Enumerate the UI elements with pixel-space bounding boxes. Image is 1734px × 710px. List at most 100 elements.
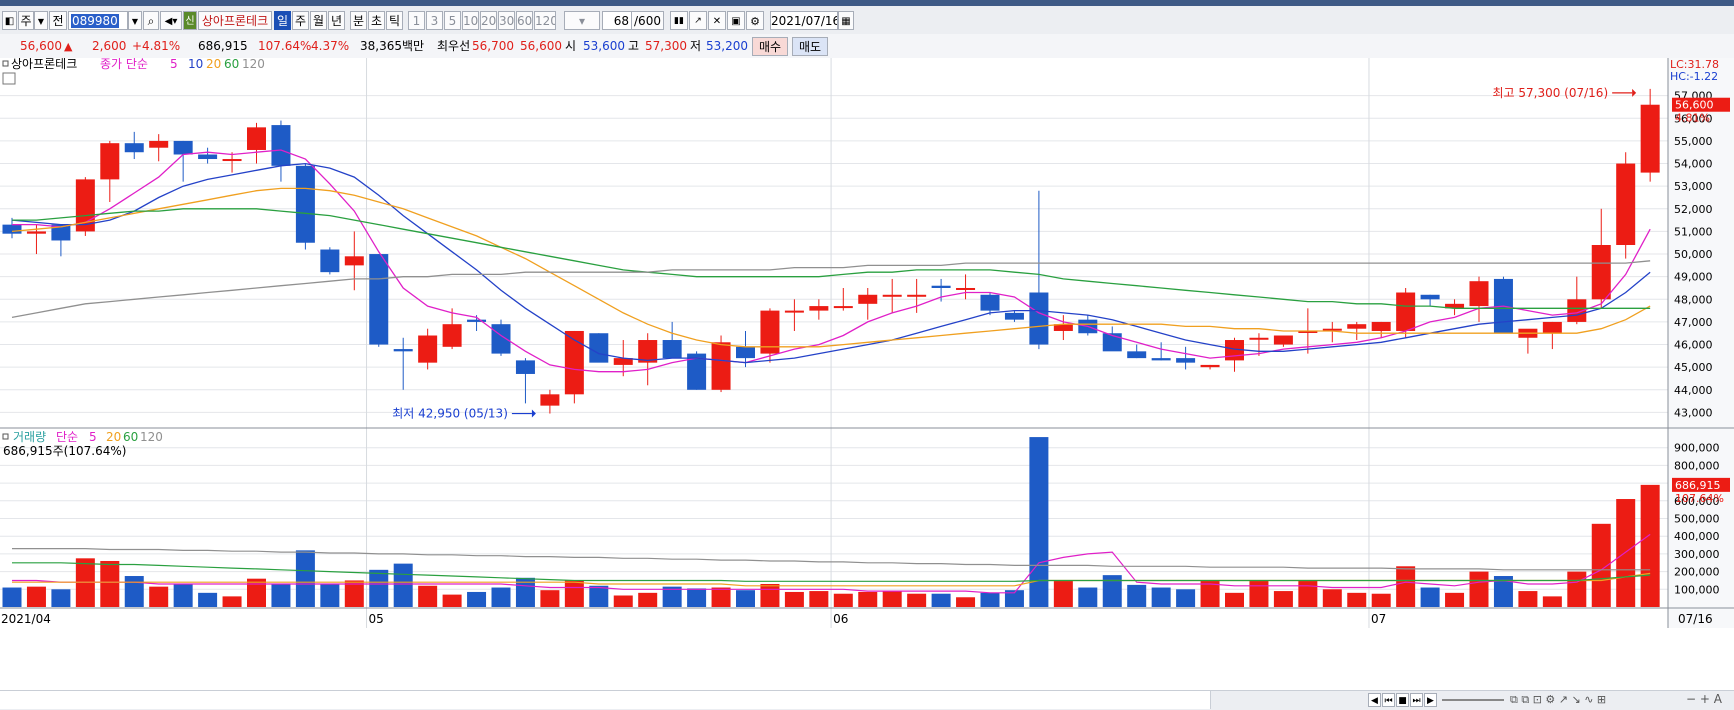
period-tab-4[interactable]: 분 [350, 11, 367, 30]
scroll-right-icon[interactable]: ▶ [1424, 693, 1437, 707]
volume-current-label: 686,915주(107.64%) [3, 444, 126, 458]
panel-layout-icon[interactable]: ◧ [2, 11, 17, 30]
volume-bar [124, 576, 144, 607]
candle-body [1616, 163, 1636, 245]
candle-body [858, 294, 878, 304]
volume-bar [687, 588, 707, 607]
count-select[interactable]: ▾ [564, 11, 600, 30]
best-bid: 56,600 [520, 39, 562, 53]
code-dropdown-icon[interactable]: ▼ [128, 11, 142, 30]
stock-code-input[interactable]: 089980 [68, 11, 128, 30]
scroll-track[interactable] [0, 691, 1211, 709]
candle-body [1591, 245, 1611, 300]
up-arrow-icon: ▲ [64, 40, 73, 53]
price-legend-period: 20 [206, 58, 221, 71]
stock-chart[interactable]: 43,000 44,000 45,000 46,000 47,000 48,000 49,0… [0, 58, 1734, 690]
x-axis-label: 05 [369, 612, 384, 626]
scroll-left-icon[interactable]: ◀ [1368, 693, 1381, 707]
volume-bar [149, 586, 169, 607]
candle-body [1640, 104, 1660, 173]
open-price: 53,600 [583, 39, 625, 53]
period-tab-0[interactable]: 일 [274, 11, 291, 30]
volume-bar [1249, 580, 1269, 607]
volume-tick-label: 100,000 [1674, 583, 1720, 596]
settings-gear-icon[interactable]: ⚙ [746, 11, 764, 30]
minute-option-5[interactable]: 30 [498, 11, 515, 30]
candle-body [1029, 292, 1049, 345]
zoom-slider[interactable] [1442, 699, 1504, 701]
stop-icon[interactable]: ■ [1396, 693, 1409, 707]
price-tag-pct: 4.81% [1675, 112, 1710, 125]
period-tab-1[interactable]: 주 [292, 11, 309, 30]
candle-body [589, 333, 609, 363]
price-change-pct: +4.81% [132, 39, 181, 53]
candle-body [784, 310, 804, 313]
volume-bar [418, 585, 438, 607]
search-icon[interactable]: ⌕ [143, 11, 159, 30]
candle-toggle-icon[interactable]: ▮▮ [670, 11, 688, 30]
candle-body [26, 231, 46, 234]
trend-line-icon[interactable]: ↗ [689, 11, 707, 30]
candle-body [711, 342, 731, 390]
scroll-first-icon[interactable]: ⏮ [1382, 693, 1395, 707]
sell-button[interactable]: 매도 [792, 37, 828, 56]
volume-bar [467, 591, 487, 607]
volume-bar [1542, 596, 1562, 607]
minute-option-1[interactable]: 3 [426, 11, 443, 30]
price-tick-label: 47,000 [1674, 316, 1713, 329]
price-tick-label: 48,000 [1674, 293, 1713, 306]
volume-bar [1151, 587, 1171, 607]
volume-bar [540, 590, 560, 607]
volume-bar [613, 595, 633, 607]
minute-option-4[interactable]: 20 [480, 11, 497, 30]
period-tab-6[interactable]: 틱 [386, 11, 403, 30]
minute-option-3[interactable]: 10 [462, 11, 479, 30]
market-select[interactable]: 주 [18, 11, 34, 30]
volume-tick-label: 900,000 [1674, 442, 1720, 455]
volume-bar [1078, 587, 1098, 607]
layout-icons[interactable]: ⧉ ⧉ ⊡ ⚙ ↗ ↘ ∿ ⊞ [1510, 693, 1606, 707]
volume-bar [980, 592, 1000, 607]
candle-body [320, 249, 340, 273]
price-tick-label: 53,000 [1674, 180, 1713, 193]
best-quote-label: 최우선 [437, 39, 471, 53]
code-mode-button[interactable]: 전 [49, 11, 67, 30]
save-icon[interactable]: ▣ [727, 11, 745, 30]
buy-button[interactable]: 매수 [752, 37, 788, 56]
candle-body [833, 306, 853, 309]
close-chart-icon[interactable]: ✕ [708, 11, 726, 30]
high-label: 고 [628, 39, 640, 53]
volume-bar [491, 587, 511, 607]
minute-option-7[interactable]: 120 [534, 11, 556, 30]
market-dropdown-icon[interactable]: ▼ [34, 11, 48, 30]
candle-body [393, 349, 413, 352]
period-tab-2[interactable]: 월 [310, 11, 327, 30]
period-tab-3[interactable]: 년 [328, 11, 345, 30]
price-legend-period: 5 [170, 58, 178, 71]
candle-body [1371, 321, 1391, 331]
candle-body [369, 254, 389, 345]
minute-option-0[interactable]: 1 [408, 11, 425, 30]
volume-bar [222, 596, 242, 607]
date-input[interactable]: 2021/07/16 [770, 11, 838, 30]
count-input[interactable]: 68 [602, 11, 632, 30]
sound-icon[interactable]: ◀▾ [160, 11, 182, 30]
count-max-label: /600 [632, 11, 664, 30]
x-axis-label: 2021/04 [1, 612, 51, 626]
price-change: 2,600 [92, 39, 127, 53]
turnover-rate: 4.37% [311, 39, 350, 53]
toolbar: ◧ 주 ▼ 전 089980 ▼ ⌕ ◀▾ 신 상아프론테크 일주월년분초틱13… [0, 6, 1734, 35]
price-tick-label: 49,000 [1674, 271, 1713, 284]
price-legend-title: 상아프론테크 [11, 58, 77, 71]
minute-option-6[interactable]: 60 [516, 11, 533, 30]
zoom-controls-icon[interactable]: − + A [1686, 692, 1722, 706]
calendar-icon[interactable]: ▦ [838, 11, 854, 30]
minute-option-2[interactable]: 5 [444, 11, 461, 30]
volume-bar [1396, 566, 1416, 607]
volume-bar [1176, 589, 1196, 607]
table-icon [2, 72, 16, 85]
candle-body [418, 335, 438, 363]
period-tab-5[interactable]: 초 [368, 11, 385, 30]
scroll-last-icon[interactable]: ⏭ [1410, 693, 1423, 707]
candle-body [662, 340, 682, 359]
